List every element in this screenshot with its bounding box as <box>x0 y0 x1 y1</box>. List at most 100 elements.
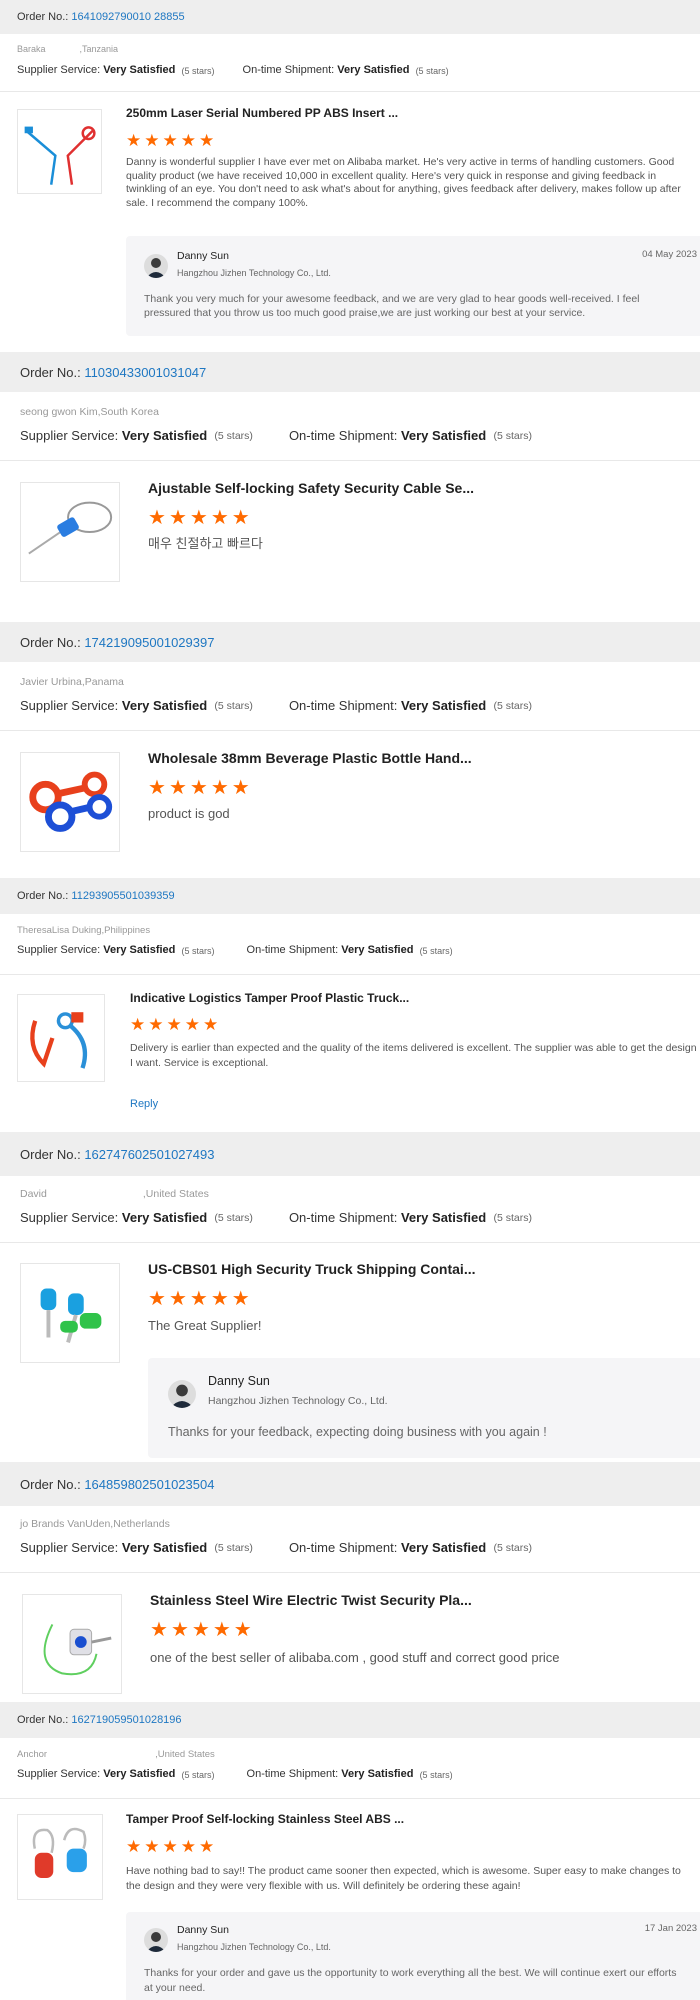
supplier-service-label: Supplier Service: <box>20 1540 119 1555</box>
supplier-service-label: Supplier Service: <box>20 428 119 443</box>
buyer-info: Anchor ,United States <box>17 1749 215 1760</box>
review-card: Order No.: 162747602501027493 David ,Unit… <box>0 1132 700 1462</box>
supplier-service-stars: (5 stars) <box>214 700 253 712</box>
buyer-name: Anchor <box>17 1749 48 1760</box>
star-icon: ★ <box>210 507 229 529</box>
order-number[interactable]: 164859802501023504 <box>84 1477 214 1492</box>
order-bar: Order No.: 162747602501027493 <box>0 1132 700 1176</box>
buyer-country: ,Philippines <box>101 925 151 936</box>
order-label: Order No.: <box>17 1714 69 1726</box>
order-number[interactable]: 162747602501027493 <box>84 1147 214 1162</box>
star-icon: ★ <box>184 1015 200 1034</box>
buyer-name: David <box>20 1188 47 1200</box>
bolt-seal-icon <box>40 1288 102 1343</box>
shipment-value: Very Satisfied <box>400 1540 487 1555</box>
divider <box>0 730 700 731</box>
buyer-country: ,Panama <box>81 676 124 688</box>
order-label: Order No.: <box>20 364 81 380</box>
product-title[interactable]: Tamper Proof Self-locking Stainless Stee… <box>126 1812 404 1826</box>
supplier-service-value: Very Satisfied <box>103 944 176 956</box>
order-number[interactable]: 11293905501039359 <box>71 890 174 902</box>
star-icon: ★ <box>231 507 250 529</box>
star-icon: ★ <box>168 777 187 799</box>
buyer-country: ,South Korea <box>97 406 159 418</box>
product-title[interactable]: Stainless Steel Wire Electric Twist Secu… <box>150 1592 472 1608</box>
shipment-stars: (5 stars) <box>415 66 449 76</box>
reply-author-company: Hangzhou Jizhen Technology Co., Ltd. <box>177 1942 331 1952</box>
supplier-reply: Danny Sun Hangzhou Jizhen Technology Co.… <box>126 1912 700 2000</box>
order-label: Order No.: <box>20 634 81 650</box>
review-text: 매우 친절하고 빠르다 <box>148 536 263 551</box>
shipment-label: On-time Shipment: <box>246 1768 339 1780</box>
ratings-row: Supplier Service: Very Satisfied (5 star… <box>17 944 453 958</box>
shipment-value: Very Satisfied <box>341 944 414 956</box>
star-icon: ★ <box>180 131 196 150</box>
star-icon: ★ <box>148 777 166 799</box>
review-card: Order No.: 162719059501028196 Anchor ,Uni… <box>0 1702 700 2000</box>
order-number[interactable]: 174219095001029397 <box>84 635 214 650</box>
rating-stars: ★ ★ ★ ★ ★ <box>150 1620 252 1640</box>
product-title[interactable]: Wholesale 38mm Beverage Plastic Bottle H… <box>148 750 472 766</box>
product-title[interactable]: US-CBS01 High Security Truck Shipping Co… <box>148 1261 476 1277</box>
shipment-stars: (5 stars) <box>493 700 532 712</box>
divider <box>0 1242 700 1243</box>
ratings-row: Supplier Service: Very Satisfied (5 star… <box>17 1768 453 1782</box>
buyer-info: jo Brands VanUden,Netherlands <box>20 1518 170 1530</box>
review-card: Order No.: 11030433001031047 seong gwon … <box>0 352 700 602</box>
review-text: Danny is wonderful supplier I have ever … <box>126 156 681 209</box>
rating-stars: ★ ★ ★ ★ ★ <box>126 1838 214 1855</box>
reply-date: 17 Jan 2023 <box>644 1923 697 1934</box>
star-icon: ★ <box>130 1015 146 1034</box>
star-icon: ★ <box>233 1619 252 1641</box>
supplier-service-value: Very Satisfied <box>103 1768 176 1780</box>
avatar <box>144 1928 168 1952</box>
review-text: product is god <box>148 806 230 821</box>
buyer-info: David ,United States <box>20 1188 209 1200</box>
star-icon: ★ <box>191 1619 210 1641</box>
shipment-label: On-time Shipment: <box>288 428 398 443</box>
review-card: Order No.: 11293905501039359 TheresaLisa… <box>0 878 700 1132</box>
product-image[interactable] <box>17 109 102 194</box>
order-bar: Order No.: 11030433001031047 <box>0 352 700 392</box>
product-image[interactable] <box>20 752 120 852</box>
product-image[interactable] <box>22 1594 122 1694</box>
supplier-service-value: Very Satisfied <box>121 1210 208 1225</box>
supplier-service-value: Very Satisfied <box>103 64 176 76</box>
product-title[interactable]: 250mm Laser Serial Numbered PP ABS Inser… <box>126 106 398 120</box>
reply-link[interactable]: Reply <box>130 1098 158 1110</box>
star-icon: ★ <box>168 507 187 529</box>
product-image[interactable] <box>20 482 120 582</box>
ratings-row: Supplier Service: Very Satisfied (5 star… <box>20 1540 532 1557</box>
shipment-value: Very Satisfied <box>400 428 487 443</box>
product-image[interactable] <box>17 994 105 1082</box>
shipment-value: Very Satisfied <box>400 698 487 713</box>
order-bar: Order No.: 162719059501028196 <box>0 1702 700 1738</box>
rating-stars: ★ ★ ★ ★ ★ <box>148 508 250 528</box>
shipment-label: On-time Shipment: <box>288 698 398 713</box>
product-image[interactable] <box>17 1814 103 1900</box>
reply-author-company: Hangzhou Jizhen Technology Co., Ltd. <box>177 268 331 278</box>
buyer-name: Javier Urbina <box>20 676 82 688</box>
order-number[interactable]: 162719059501028196 <box>71 1714 181 1726</box>
buyer-info: TheresaLisa Duking,Philippines <box>17 925 150 936</box>
ratings-row: Supplier Service: Very Satisfied (5 star… <box>20 1210 532 1227</box>
star-icon: ★ <box>212 1619 231 1641</box>
supplier-service-value: Very Satisfied <box>121 698 208 713</box>
star-icon: ★ <box>189 1288 208 1310</box>
order-number[interactable]: 11030433001031047 <box>84 365 206 380</box>
divider <box>0 460 700 461</box>
shipment-stars: (5 stars) <box>493 1212 532 1224</box>
order-number[interactable]: 1641092790010 28855 <box>71 11 184 23</box>
reply-author-company: Hangzhou Jizhen Technology Co., Ltd. <box>208 1395 388 1407</box>
review-text: The Great Supplier! <box>148 1318 262 1333</box>
product-title[interactable]: Ajustable Self-locking Safety Security C… <box>148 480 474 496</box>
shipment-value: Very Satisfied <box>400 1210 487 1225</box>
ratings-row: Supplier Service: Very Satisfied (5 star… <box>20 698 532 715</box>
product-image[interactable] <box>20 1263 120 1363</box>
star-icon: ★ <box>126 1837 142 1856</box>
product-title[interactable]: Indicative Logistics Tamper Proof Plasti… <box>130 991 409 1005</box>
reply-text: Thank you very much for your awesome fee… <box>144 293 640 319</box>
star-icon: ★ <box>162 1837 178 1856</box>
star-icon: ★ <box>168 1288 187 1310</box>
supplier-service-value: Very Satisfied <box>121 428 208 443</box>
